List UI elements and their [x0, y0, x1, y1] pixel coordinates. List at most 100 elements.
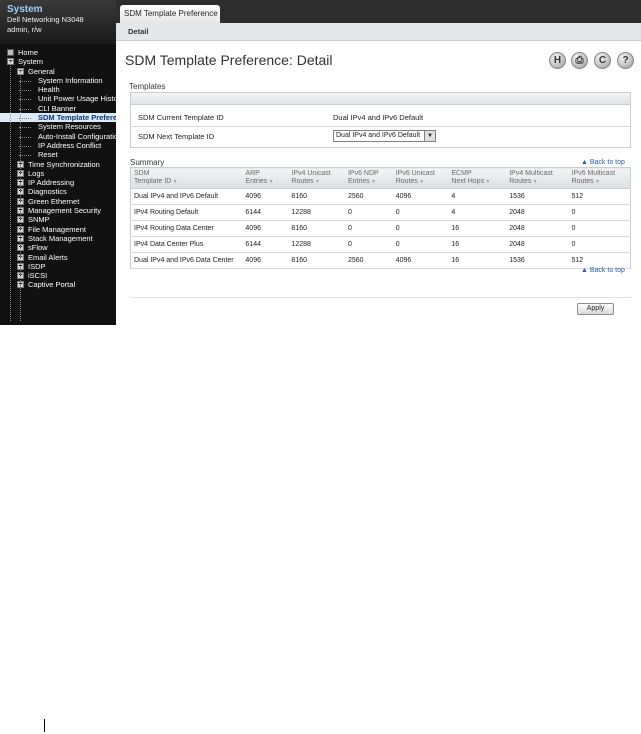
- column-header[interactable]: SDM Template ID ▼: [130, 167, 243, 189]
- tree-item[interactable]: Home: [0, 48, 116, 57]
- column-header-line1: IPv4 Multicast: [509, 170, 553, 177]
- next-template-select[interactable]: Dual IPv4 and IPv6 Default ▼: [333, 130, 436, 142]
- tree-item-label: System: [18, 57, 44, 67]
- tree-item-label: Diagnostics: [28, 187, 67, 197]
- help-icon: ?: [622, 55, 629, 66]
- tree-item[interactable]: + Green Ethernet: [0, 197, 116, 206]
- tree-item[interactable]: + sFlow: [0, 243, 116, 252]
- back-to-top-link[interactable]: ▲ Back to top: [581, 159, 625, 166]
- tree-item[interactable]: Auto-Install Configuration: [0, 132, 116, 141]
- column-header[interactable]: IPv6 NDP Entries ▼: [344, 167, 393, 189]
- table-cell: 2560: [344, 252, 393, 269]
- tree-item-label: iSCSI: [28, 271, 48, 281]
- tree-item[interactable]: − System: [0, 57, 116, 66]
- table-cell: 4096: [242, 188, 289, 205]
- column-header[interactable]: IPv4 Multicast Routes ▼: [506, 167, 569, 189]
- table-cell: 0: [392, 220, 449, 237]
- tree-item[interactable]: + Logs: [0, 169, 116, 178]
- tree-item[interactable]: + SNMP: [0, 215, 116, 224]
- subtab-detail[interactable]: Detail: [128, 27, 148, 36]
- sort-icon[interactable]: ▼: [484, 179, 490, 185]
- save-icon: H: [553, 55, 562, 66]
- column-header[interactable]: IPv4 Unicast Routes ▼: [288, 167, 345, 189]
- column-header-line2: Entries: [245, 178, 268, 185]
- table-cell: 6144: [242, 236, 289, 253]
- sub-tab-bar: Detail: [116, 23, 641, 41]
- print-button[interactable]: ⎙: [571, 52, 588, 69]
- column-header-line1: ECMP: [451, 170, 472, 177]
- tree-item[interactable]: + Captive Portal: [0, 280, 116, 289]
- tree-item-label: Green Ethernet: [28, 196, 80, 206]
- column-header[interactable]: ECMP Next Hops ▼: [448, 167, 507, 189]
- column-header-line1: IPv6 Multicast: [571, 170, 616, 177]
- table-cell: 2560: [344, 188, 393, 205]
- sort-icon[interactable]: ▼: [418, 179, 424, 185]
- tree-item[interactable]: IP Address Conflict: [0, 141, 116, 150]
- column-header-line1: IPv6 Unicast: [395, 170, 435, 177]
- table-cell: 4096: [242, 220, 289, 237]
- tree-item[interactable]: + Diagnostics: [0, 187, 116, 196]
- tree-item[interactable]: + IP Addressing: [0, 178, 116, 187]
- summary-table-header: SDM Template ID ▼ ARP Entries ▼ IPv4 Unicast…: [130, 167, 631, 189]
- tree-item[interactable]: + File Management: [0, 225, 116, 234]
- sort-icon[interactable]: ▼: [594, 179, 600, 185]
- column-header[interactable]: ARP Entries ▼: [242, 167, 289, 189]
- tree-item-label: Stack Management: [28, 233, 93, 243]
- tree-item-label: Captive Portal: [28, 280, 76, 290]
- table-cell: 4096: [242, 252, 289, 269]
- table-cell: Dual IPv4 and IPv6 Default: [130, 188, 243, 205]
- screenshot: System Dell Networking N3048 admin, r/w …: [0, 0, 641, 325]
- tree-item[interactable]: + Management Security: [0, 206, 116, 215]
- table-row: Dual IPv4 and IPv6 Data Center 4096 8160 25…: [130, 252, 631, 269]
- back-to-top-link-bottom[interactable]: ▲ Back to top: [581, 267, 625, 274]
- help-button[interactable]: ?: [617, 52, 634, 69]
- tab-bar: SDM Template Preference: [116, 0, 641, 23]
- tree-item[interactable]: + ISDP: [0, 262, 116, 271]
- device-name: Dell Networking N3048: [7, 15, 84, 24]
- tree-item[interactable]: + iSCSI: [0, 271, 116, 280]
- sort-icon[interactable]: ▼: [531, 179, 538, 185]
- tree-item[interactable]: + Stack Management: [0, 234, 116, 243]
- save-button[interactable]: H: [549, 52, 566, 69]
- apply-button[interactable]: Apply: [577, 303, 614, 315]
- tree-guide: [20, 71, 21, 321]
- tree-item[interactable]: Unit Power Usage History: [0, 94, 116, 103]
- tree-item[interactable]: SDM Template Preference: [0, 113, 116, 123]
- tree-item-label: Reset: [38, 150, 58, 160]
- refresh-icon: C: [598, 55, 607, 66]
- tree-item[interactable]: − General: [0, 67, 116, 76]
- summary-table-body: Dual IPv4 and IPv6 Default 4096 8160 2560 40…: [130, 188, 631, 269]
- next-template-row: SDM Next Template ID Dual IPv4 and IPv6 …: [131, 127, 630, 145]
- chevron-down-icon[interactable]: ▼: [424, 131, 435, 141]
- templates-panel-header: [131, 93, 630, 105]
- table-cell: 0: [568, 220, 631, 237]
- system-header: System Dell Networking N3048 admin, r/w: [0, 0, 116, 44]
- table-cell: 0: [392, 204, 449, 221]
- tree-item[interactable]: + Email Alerts: [0, 253, 116, 262]
- sort-icon[interactable]: ▼: [171, 179, 178, 185]
- table-cell: 0: [344, 220, 393, 237]
- sort-icon[interactable]: ▼: [370, 179, 376, 185]
- sort-icon[interactable]: ▼: [267, 179, 274, 185]
- tree-item[interactable]: + Time Synchronization: [0, 160, 116, 169]
- column-header[interactable]: IPv6 Unicast Routes ▼: [392, 167, 449, 189]
- system-title: System: [7, 4, 43, 15]
- page-margin-mark: [44, 719, 45, 732]
- tree-item[interactable]: Health: [0, 85, 116, 94]
- tree-item-label: Management Security: [28, 206, 101, 216]
- home-icon: [7, 49, 14, 56]
- tree-item[interactable]: Reset: [0, 150, 116, 159]
- tree-item[interactable]: System Resources: [0, 122, 116, 131]
- tree-item-label: CLI Banner: [38, 103, 76, 113]
- column-header-line2: Routes: [291, 178, 314, 185]
- sort-icon[interactable]: ▼: [314, 179, 320, 185]
- table-cell: 12288: [288, 204, 345, 221]
- table-cell: 12288: [288, 236, 345, 253]
- refresh-button[interactable]: C: [594, 52, 611, 69]
- tree-item[interactable]: CLI Banner: [0, 104, 116, 113]
- tab-sdm-template-preference[interactable]: SDM Template Preference: [120, 5, 220, 23]
- column-header-line1: IPv6 NDP: [347, 170, 379, 177]
- column-header[interactable]: IPv6 Multicast Routes ▼: [568, 167, 631, 189]
- content-panel: SDM Template Preference Detail SDM Templ…: [116, 0, 641, 325]
- tree-item[interactable]: System Information: [0, 76, 116, 85]
